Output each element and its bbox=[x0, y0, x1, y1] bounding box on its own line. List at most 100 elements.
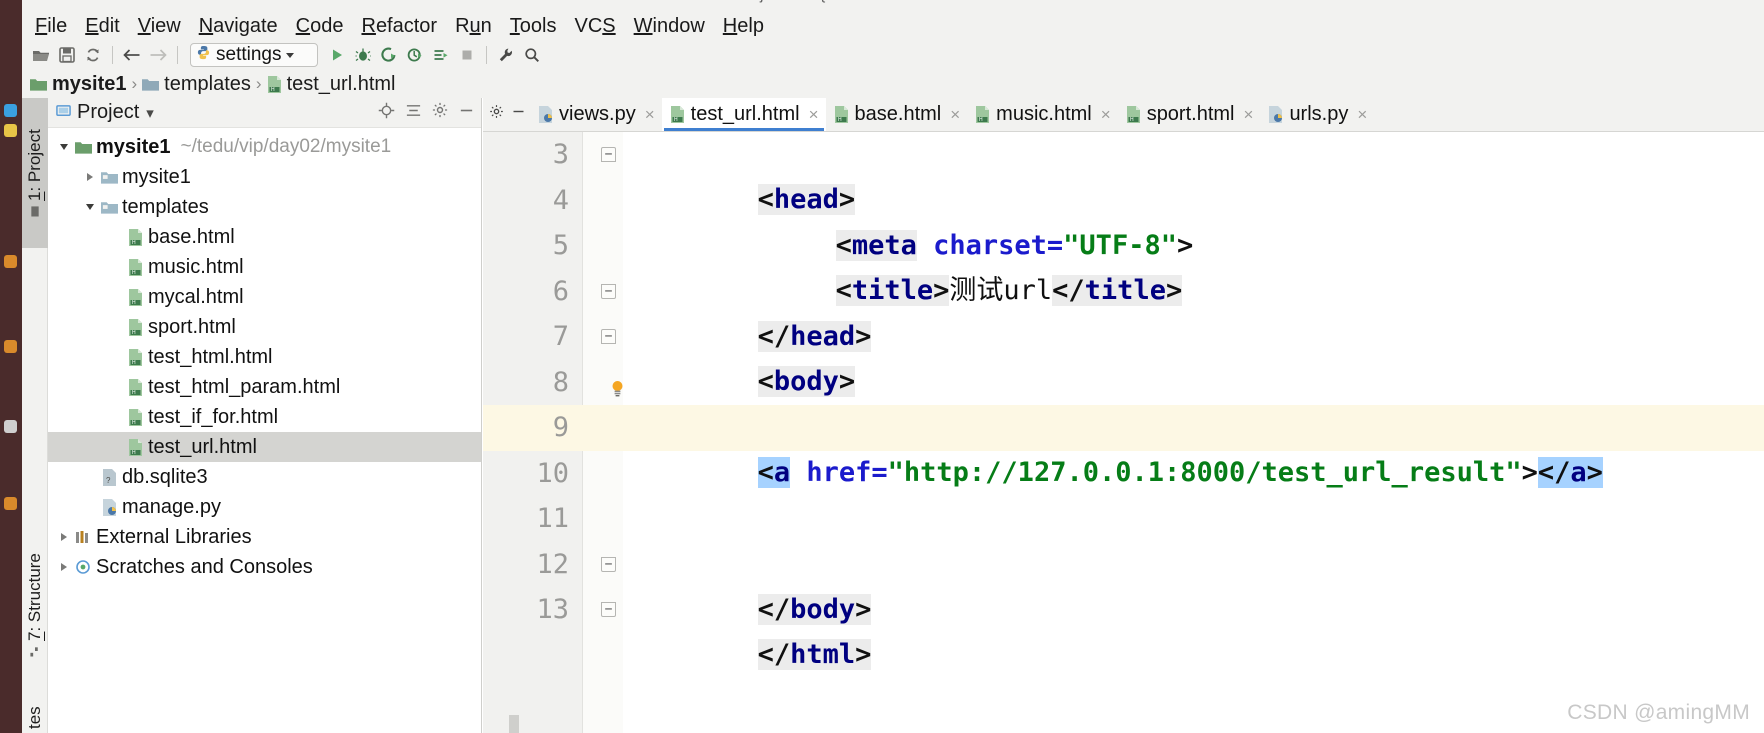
hide-panel-icon[interactable] bbox=[458, 102, 475, 124]
rail-app-icon-4[interactable] bbox=[4, 340, 17, 353]
line-number: 10 bbox=[536, 457, 569, 489]
run-with-coverage-icon[interactable] bbox=[376, 43, 402, 67]
rail-app-icon-6[interactable] bbox=[4, 497, 17, 510]
menu-item-refactor[interactable]: Refactor bbox=[352, 13, 446, 39]
chevron-down-icon[interactable]: ▾ bbox=[146, 104, 154, 122]
sidebar-item-project[interactable]: 1: Project bbox=[22, 98, 48, 248]
menu-item-run[interactable]: Run bbox=[446, 13, 501, 39]
chevron-open-icon[interactable] bbox=[82, 199, 98, 215]
editor-scrollbar[interactable] bbox=[509, 715, 519, 733]
code-line-13: </html> bbox=[757, 639, 872, 670]
editor-tab-views-py[interactable]: views.py × bbox=[530, 98, 662, 131]
editor-tab-test_url-html[interactable]: Htest_url.html × bbox=[661, 98, 826, 131]
tree-item-label: mysite1 bbox=[122, 165, 191, 188]
breadcrumb-item-templates[interactable]: templates bbox=[142, 73, 251, 96]
tree-item-db-sqlite3[interactable]: ? db.sqlite3 bbox=[48, 462, 481, 492]
sidebar-item-favorites[interactable]: tes bbox=[22, 698, 48, 733]
tree-item-external-libraries[interactable]: External Libraries bbox=[48, 522, 481, 552]
editor-tab-base-html[interactable]: Hbase.html × bbox=[826, 98, 968, 131]
editor-tab-music-html[interactable]: Hmusic.html × bbox=[967, 98, 1118, 131]
line-number: 11 bbox=[536, 503, 569, 535]
tree-item-test-html-html[interactable]: Htest_html.html bbox=[48, 342, 481, 372]
tree-item-templates[interactable]: templates bbox=[48, 192, 481, 222]
close-icon[interactable]: × bbox=[1101, 105, 1111, 125]
editor-tab-sport-html[interactable]: Hsport.html × bbox=[1118, 98, 1261, 131]
chevron-closed-icon[interactable] bbox=[82, 169, 98, 185]
fold-marker-head-close[interactable]: − bbox=[601, 284, 616, 299]
wrench-settings-icon[interactable] bbox=[493, 43, 519, 67]
menu-item-tools[interactable]: Tools bbox=[501, 13, 566, 39]
fold-marker-body-close[interactable]: − bbox=[601, 557, 616, 572]
tree-item-scratches-and-consoles[interactable]: Scratches and Consoles bbox=[48, 552, 481, 582]
svg-text:H: H bbox=[132, 270, 136, 276]
tree-item-base-html[interactable]: Hbase.html bbox=[48, 222, 481, 252]
tree-item-mysite1[interactable]: mysite1 bbox=[48, 162, 481, 192]
sidebar-item-structure[interactable]: 7: Structure bbox=[22, 518, 48, 693]
sync-icon[interactable] bbox=[80, 43, 106, 67]
close-icon[interactable]: × bbox=[1357, 105, 1367, 125]
gear-icon[interactable] bbox=[489, 104, 504, 124]
back-arrow-icon[interactable] bbox=[119, 43, 145, 67]
rail-app-icon-5[interactable] bbox=[4, 420, 17, 433]
attach-to-process-icon[interactable] bbox=[428, 43, 454, 67]
debug-icon[interactable] bbox=[350, 43, 376, 67]
gear-icon[interactable] bbox=[432, 102, 448, 123]
profile-icon[interactable] bbox=[402, 43, 428, 67]
breadcrumb-item-test_url-html[interactable]: Htest_url.html bbox=[267, 73, 396, 96]
chevron-open-icon[interactable] bbox=[56, 139, 72, 155]
editor-tabbar-actions bbox=[483, 97, 530, 131]
menu-item-code[interactable]: Code bbox=[287, 13, 353, 39]
close-icon[interactable]: × bbox=[809, 105, 819, 125]
editor-tab-urls-py[interactable]: urls.py × bbox=[1260, 98, 1374, 131]
menu-bar: File Edit View Navigate Code Refactor Run Tools… bbox=[22, 12, 1764, 40]
close-icon[interactable]: × bbox=[950, 105, 960, 125]
tree-item-test-if-for-html[interactable]: Htest_if_for.html bbox=[48, 402, 481, 432]
menu-item-window[interactable]: Window bbox=[625, 13, 714, 39]
rail-app-icon-2[interactable] bbox=[4, 124, 17, 137]
lightbulb-icon[interactable] bbox=[611, 380, 624, 397]
minimize-icon[interactable] bbox=[511, 104, 526, 124]
svg-text:H: H bbox=[132, 300, 136, 306]
breadcrumb-item-mysite1[interactable]: mysite1 bbox=[30, 73, 127, 96]
tree-item-sport-html[interactable]: Hsport.html bbox=[48, 312, 481, 342]
rail-app-icon-3[interactable] bbox=[4, 255, 17, 268]
menu-item-edit[interactable]: Edit bbox=[76, 13, 128, 39]
tree-item-test-url-html[interactable]: Htest_url.html bbox=[48, 432, 481, 462]
tree-item-test-html-param-html[interactable]: Htest_html_param.html bbox=[48, 372, 481, 402]
menu-item-help[interactable]: Help bbox=[714, 13, 773, 39]
svg-text:H: H bbox=[132, 240, 136, 246]
html-file-icon: H bbox=[975, 106, 990, 123]
editor-tab-bar: views.py × Htest_url.html × Hbase.html × Hmusi… bbox=[483, 98, 1764, 132]
editor-area: views.py × Htest_url.html × Hbase.html × Hmusi… bbox=[483, 98, 1764, 733]
menu-item-navigate[interactable]: Navigate bbox=[190, 13, 287, 39]
code-line-9: <a href="http://127.0.0.1:8000/test_url_… bbox=[757, 457, 1603, 488]
tree-item-music-html[interactable]: Hmusic.html bbox=[48, 252, 481, 282]
svg-text:H: H bbox=[132, 390, 136, 396]
menu-item-vcs[interactable]: VCS bbox=[566, 13, 625, 39]
rail-app-icon-1[interactable] bbox=[4, 104, 17, 117]
open-folder-icon[interactable] bbox=[28, 43, 54, 67]
close-icon[interactable]: × bbox=[1244, 105, 1254, 125]
tree-item-mysite1[interactable]: mysite1 ~/tedu/vip/day02/mysite1 bbox=[48, 132, 481, 162]
menu-item-file[interactable]: File bbox=[26, 13, 76, 39]
chevron-closed-icon[interactable] bbox=[56, 529, 72, 545]
code-editor[interactable]: 3 4 5 6 7 8 9 10 11 12 13 <head> <meta charset="UT… bbox=[483, 132, 1764, 733]
close-icon[interactable]: × bbox=[645, 105, 655, 125]
fold-marker-body-open[interactable]: − bbox=[601, 329, 616, 344]
run-configuration-selector[interactable]: settings bbox=[190, 43, 318, 67]
search-icon[interactable] bbox=[519, 43, 545, 67]
tree-item-mycal-html[interactable]: Hmycal.html bbox=[48, 282, 481, 312]
svg-text:H: H bbox=[674, 117, 678, 123]
tree-item-manage-py[interactable]: manage.py bbox=[48, 492, 481, 522]
fold-marker-head-open[interactable]: − bbox=[601, 147, 616, 162]
save-icon[interactable] bbox=[54, 43, 80, 67]
locate-target-icon[interactable] bbox=[378, 102, 395, 124]
fold-marker-html-close[interactable]: − bbox=[601, 602, 616, 617]
collapse-all-icon[interactable] bbox=[405, 102, 422, 124]
chevron-closed-icon[interactable] bbox=[56, 559, 72, 575]
run-icon[interactable] bbox=[324, 43, 350, 67]
tree-item-label: manage.py bbox=[122, 495, 221, 518]
menu-item-view[interactable]: View bbox=[129, 13, 190, 39]
